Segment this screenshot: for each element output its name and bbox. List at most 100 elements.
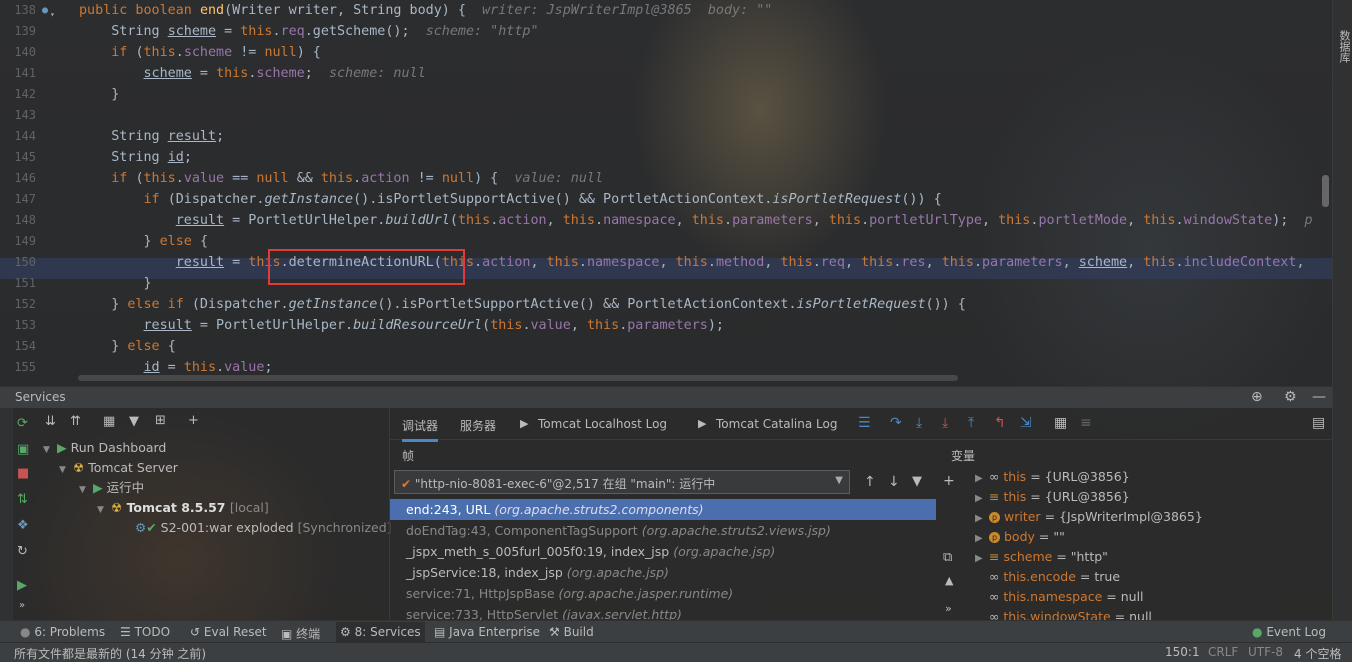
minimize-icon[interactable]: —: [1312, 389, 1326, 405]
line-number[interactable]: 140: [0, 42, 36, 63]
tab-localhost-log[interactable]: Tomcat Localhost Log: [538, 417, 667, 431]
rerun-icon[interactable]: ↻: [17, 544, 28, 559]
stop-icon[interactable]: ■: [17, 466, 29, 481]
build-button[interactable]: ⚒ Build: [549, 625, 594, 639]
code-line[interactable]: String result;: [79, 126, 224, 147]
tree-item-running[interactable]: ▼ ▶ 运行中: [79, 478, 144, 498]
gear-icon[interactable]: ⚙: [1284, 389, 1297, 405]
variable-row[interactable]: ▶ p writer = {JspWriterImpl@3865}: [975, 507, 1203, 527]
variable-row[interactable]: ▶ ≡ scheme = "http": [975, 547, 1108, 567]
more-icon[interactable]: »: [19, 600, 25, 611]
line-number[interactable]: 152: [0, 294, 36, 315]
layout-icon[interactable]: ▤: [1312, 415, 1325, 431]
tree-item-run-dashboard[interactable]: ▼ ▶ Run Dashboard: [43, 438, 166, 458]
step-icon[interactable]: ▶: [17, 578, 27, 593]
variable-row[interactable]: ▶ ≡ this = {URL@3856}: [975, 487, 1130, 507]
problems-button[interactable]: ● 6: Problems: [20, 625, 105, 639]
line-number[interactable]: 139: [0, 21, 36, 42]
services-button[interactable]: ⚙ 8: Services: [336, 622, 425, 642]
code-line[interactable]: scheme = this.scheme; scheme: null: [79, 63, 426, 84]
tab-catalina-log[interactable]: Tomcat Catalina Log: [716, 417, 837, 431]
filter-frames-icon[interactable]: ▼: [912, 474, 922, 489]
file-encoding[interactable]: UTF-8: [1248, 645, 1283, 659]
tab-debugger[interactable]: 调试器: [402, 417, 439, 442]
variable-row[interactable]: ▶ ∞ this = {URL@3856}: [975, 467, 1130, 487]
line-number[interactable]: 146: [0, 168, 36, 189]
code-editor[interactable]: ● ▾ 138 139 140 141 142 143 144 145 146 147 148 149…: [0, 0, 1332, 386]
refresh-icon[interactable]: ⟳: [17, 416, 28, 431]
variable-row[interactable]: ∞ this.windowState = null: [975, 607, 1152, 620]
code-line[interactable]: String scheme = this.req.getScheme(); sc…: [79, 21, 538, 42]
thread-selector[interactable]: ✔ "http-nio-8081-exec-6"@2,517 在组 "main"…: [394, 470, 850, 494]
line-number[interactable]: 147: [0, 189, 36, 210]
eval-reset-button[interactable]: ↺ Eval Reset: [190, 625, 267, 639]
cursor-position[interactable]: 150:1: [1165, 645, 1200, 659]
override-icon[interactable]: ●: [42, 5, 48, 16]
code-line[interactable]: if (Dispatcher.getInstance().isPortletSu…: [79, 189, 942, 210]
artifact-icon[interactable]: ❖: [17, 518, 29, 533]
collapse-all-icon[interactable]: ⇈: [70, 414, 81, 429]
java-enterprise-button[interactable]: ▤ Java Enterprise: [434, 625, 540, 639]
run-to-cursor-icon[interactable]: ⇲: [1020, 415, 1032, 431]
more-vars-icon[interactable]: »: [945, 602, 952, 615]
up-icon[interactable]: ▲: [945, 574, 953, 587]
todo-button[interactable]: ☰ TODO: [120, 625, 170, 639]
expand-all-icon[interactable]: ⇊: [45, 414, 56, 429]
code-line[interactable]: } else {: [79, 231, 208, 252]
code-line[interactable]: if (this.value == null && this.action !=…: [79, 168, 603, 189]
frame-row[interactable]: _jspService:18, index_jsp (org.apache.js…: [390, 562, 936, 583]
tree-item-artifact[interactable]: ⚙✔ S2-001:war exploded [Synchronized]: [135, 518, 392, 538]
update-icon[interactable]: ⇅: [17, 492, 28, 507]
chevron-down-icon[interactable]: ▼: [835, 475, 843, 486]
filter-icon[interactable]: ▼: [129, 414, 139, 429]
evaluate-icon[interactable]: ▦: [1054, 415, 1067, 431]
line-number[interactable]: 151: [0, 273, 36, 294]
frame-up-icon[interactable]: ↑: [864, 474, 876, 490]
tree-item-tomcat-instance[interactable]: ▼ ☢ Tomcat 8.5.57 [local]: [97, 498, 269, 518]
line-number[interactable]: 149: [0, 231, 36, 252]
group-icon[interactable]: ▦: [103, 414, 115, 429]
tree-item-tomcat-server[interactable]: ▼ ☢ Tomcat Server: [59, 458, 178, 478]
step-out-icon[interactable]: ⤒: [968, 415, 974, 431]
code-line[interactable]: result = PortletUrlHelper.buildUrl(this.…: [79, 210, 1313, 231]
terminal-button[interactable]: ▣ 终端: [281, 625, 320, 642]
copy-icon[interactable]: ⧉: [943, 550, 952, 565]
variable-row[interactable]: ▶ p body = "": [975, 527, 1065, 547]
line-number[interactable]: 154: [0, 336, 36, 357]
line-number[interactable]: 143: [0, 105, 36, 126]
line-number[interactable]: 144: [0, 126, 36, 147]
tab-server[interactable]: 服务器: [460, 417, 496, 434]
line-number[interactable]: 148: [0, 210, 36, 231]
line-number[interactable]: 155: [0, 357, 36, 378]
trace-icon[interactable]: ≡: [1080, 415, 1092, 431]
horizontal-scrollbar[interactable]: [78, 375, 958, 381]
vertical-scrollbar[interactable]: [1322, 175, 1329, 207]
line-number[interactable]: 150: [0, 252, 36, 273]
code-line[interactable]: if (this.scheme != null) {: [79, 42, 321, 63]
force-step-into-icon[interactable]: ⤓: [942, 415, 948, 431]
code-line[interactable]: result = this.determineActionURL(this.ac…: [79, 252, 1305, 273]
indent-setting[interactable]: 4 个空格: [1294, 645, 1341, 662]
step-over-icon[interactable]: ↷: [890, 415, 902, 431]
line-separator[interactable]: CRLF: [1208, 645, 1238, 659]
line-number[interactable]: 145: [0, 147, 36, 168]
drop-frame-icon[interactable]: ↰: [994, 415, 1006, 431]
code-line[interactable]: result = PortletUrlHelper.buildResourceU…: [79, 315, 725, 336]
frame-down-icon[interactable]: ↓: [888, 474, 900, 490]
code-line[interactable]: }: [79, 273, 151, 294]
variable-row[interactable]: ∞ this.namespace = null: [975, 587, 1144, 607]
code-line[interactable]: } else {: [79, 336, 176, 357]
line-number[interactable]: 153: [0, 315, 36, 336]
event-log-button[interactable]: ● Event Log: [1252, 625, 1326, 639]
new-tab-icon[interactable]: ⊞: [155, 413, 166, 428]
code-line[interactable]: } else if (Dispatcher.getInstance().isPo…: [79, 294, 966, 315]
frame-row[interactable]: _jspx_meth_s_005furl_005f0:19, index_jsp…: [390, 541, 936, 562]
add-watch-icon[interactable]: +: [943, 473, 955, 489]
step-into-icon[interactable]: ⤓: [916, 415, 922, 431]
add-icon[interactable]: +: [188, 413, 199, 428]
line-number[interactable]: 142: [0, 84, 36, 105]
code-line[interactable]: public boolean end(Writer writer, String…: [79, 0, 772, 21]
line-number[interactable]: 138: [0, 0, 36, 21]
fold-icon[interactable]: ▾: [50, 10, 55, 19]
database-tool-tab[interactable]: 数据库: [1336, 30, 1352, 63]
